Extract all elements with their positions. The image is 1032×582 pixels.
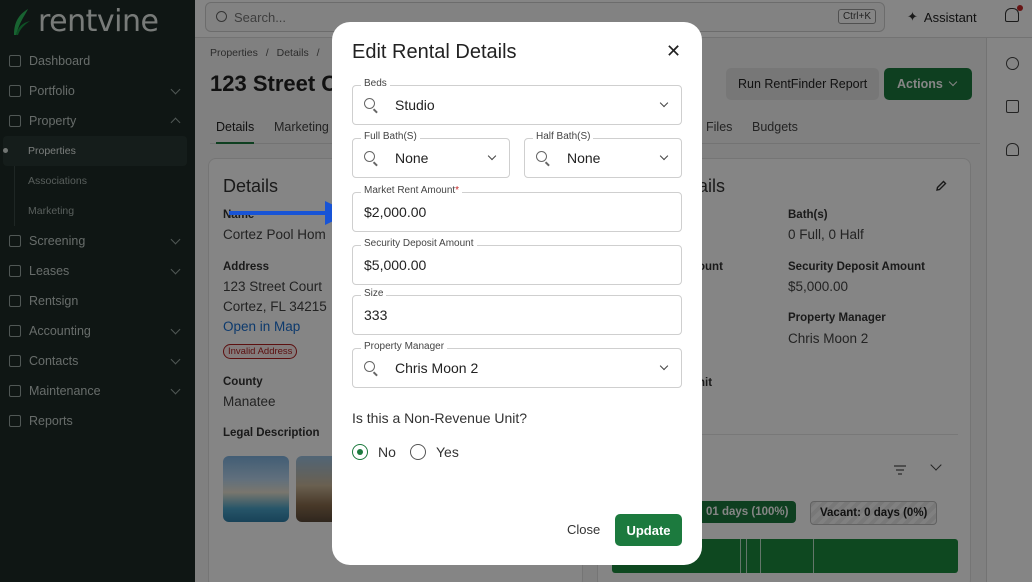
beds-label: Beds bbox=[361, 78, 390, 89]
search-icon bbox=[364, 98, 375, 109]
market-rent-value: $2,000.00 bbox=[364, 204, 427, 220]
radio-yes-label: Yes bbox=[436, 444, 459, 460]
half-bath-select[interactable]: Half Bath(S) None bbox=[524, 131, 682, 178]
size-value: 333 bbox=[364, 307, 388, 323]
chevron-down-icon bbox=[659, 361, 669, 371]
annotation-arrow-shaft bbox=[229, 211, 331, 215]
market-rent-label: Market Rent Amount* bbox=[361, 185, 463, 196]
edit-rental-details-modal: Edit Rental Details ✕ Beds Studio Full B… bbox=[332, 22, 702, 565]
modal-title: Edit Rental Details bbox=[352, 41, 517, 63]
radio-no[interactable]: No bbox=[352, 444, 396, 460]
chevron-down-icon bbox=[659, 98, 669, 108]
search-icon bbox=[364, 151, 375, 162]
radio-no-label: No bbox=[378, 444, 396, 460]
close-icon[interactable]: ✕ bbox=[666, 41, 684, 61]
chevron-down-icon bbox=[659, 151, 669, 161]
size-input[interactable]: Size 333 bbox=[352, 288, 682, 335]
close-button[interactable]: Close bbox=[567, 522, 600, 537]
security-deposit-value: $5,000.00 bbox=[364, 257, 427, 273]
market-rent-label-text: Market Rent Amount bbox=[364, 185, 456, 196]
radio-unchecked-icon bbox=[410, 444, 426, 460]
update-button[interactable]: Update bbox=[615, 514, 682, 546]
security-deposit-label: Security Deposit Amount bbox=[361, 238, 477, 249]
beds-select[interactable]: Beds Studio bbox=[352, 78, 682, 125]
size-label: Size bbox=[361, 288, 387, 299]
chevron-down-icon bbox=[487, 151, 497, 161]
security-deposit-input[interactable]: Security Deposit Amount $5,000.00 bbox=[352, 238, 682, 285]
required-asterisk: * bbox=[455, 185, 460, 196]
non-revenue-question: Is this a Non-Revenue Unit? bbox=[352, 410, 528, 426]
full-bath-label: Full Bath(S) bbox=[361, 131, 420, 142]
search-icon bbox=[364, 361, 375, 372]
full-bath-select[interactable]: Full Bath(S) None bbox=[352, 131, 510, 178]
radio-checked-icon bbox=[352, 444, 368, 460]
search-icon bbox=[536, 151, 547, 162]
property-manager-select[interactable]: Property Manager Chris Moon 2 bbox=[352, 341, 682, 388]
beds-value: Studio bbox=[395, 97, 435, 113]
property-manager-label: Property Manager bbox=[361, 341, 448, 352]
market-rent-input[interactable]: Market Rent Amount* $2,000.00 bbox=[352, 185, 682, 232]
full-bath-value: None bbox=[395, 150, 429, 166]
half-bath-value: None bbox=[567, 150, 601, 166]
radio-yes[interactable]: Yes bbox=[410, 444, 459, 460]
property-manager-value: Chris Moon 2 bbox=[395, 360, 479, 376]
half-bath-label: Half Bath(S) bbox=[533, 131, 594, 142]
